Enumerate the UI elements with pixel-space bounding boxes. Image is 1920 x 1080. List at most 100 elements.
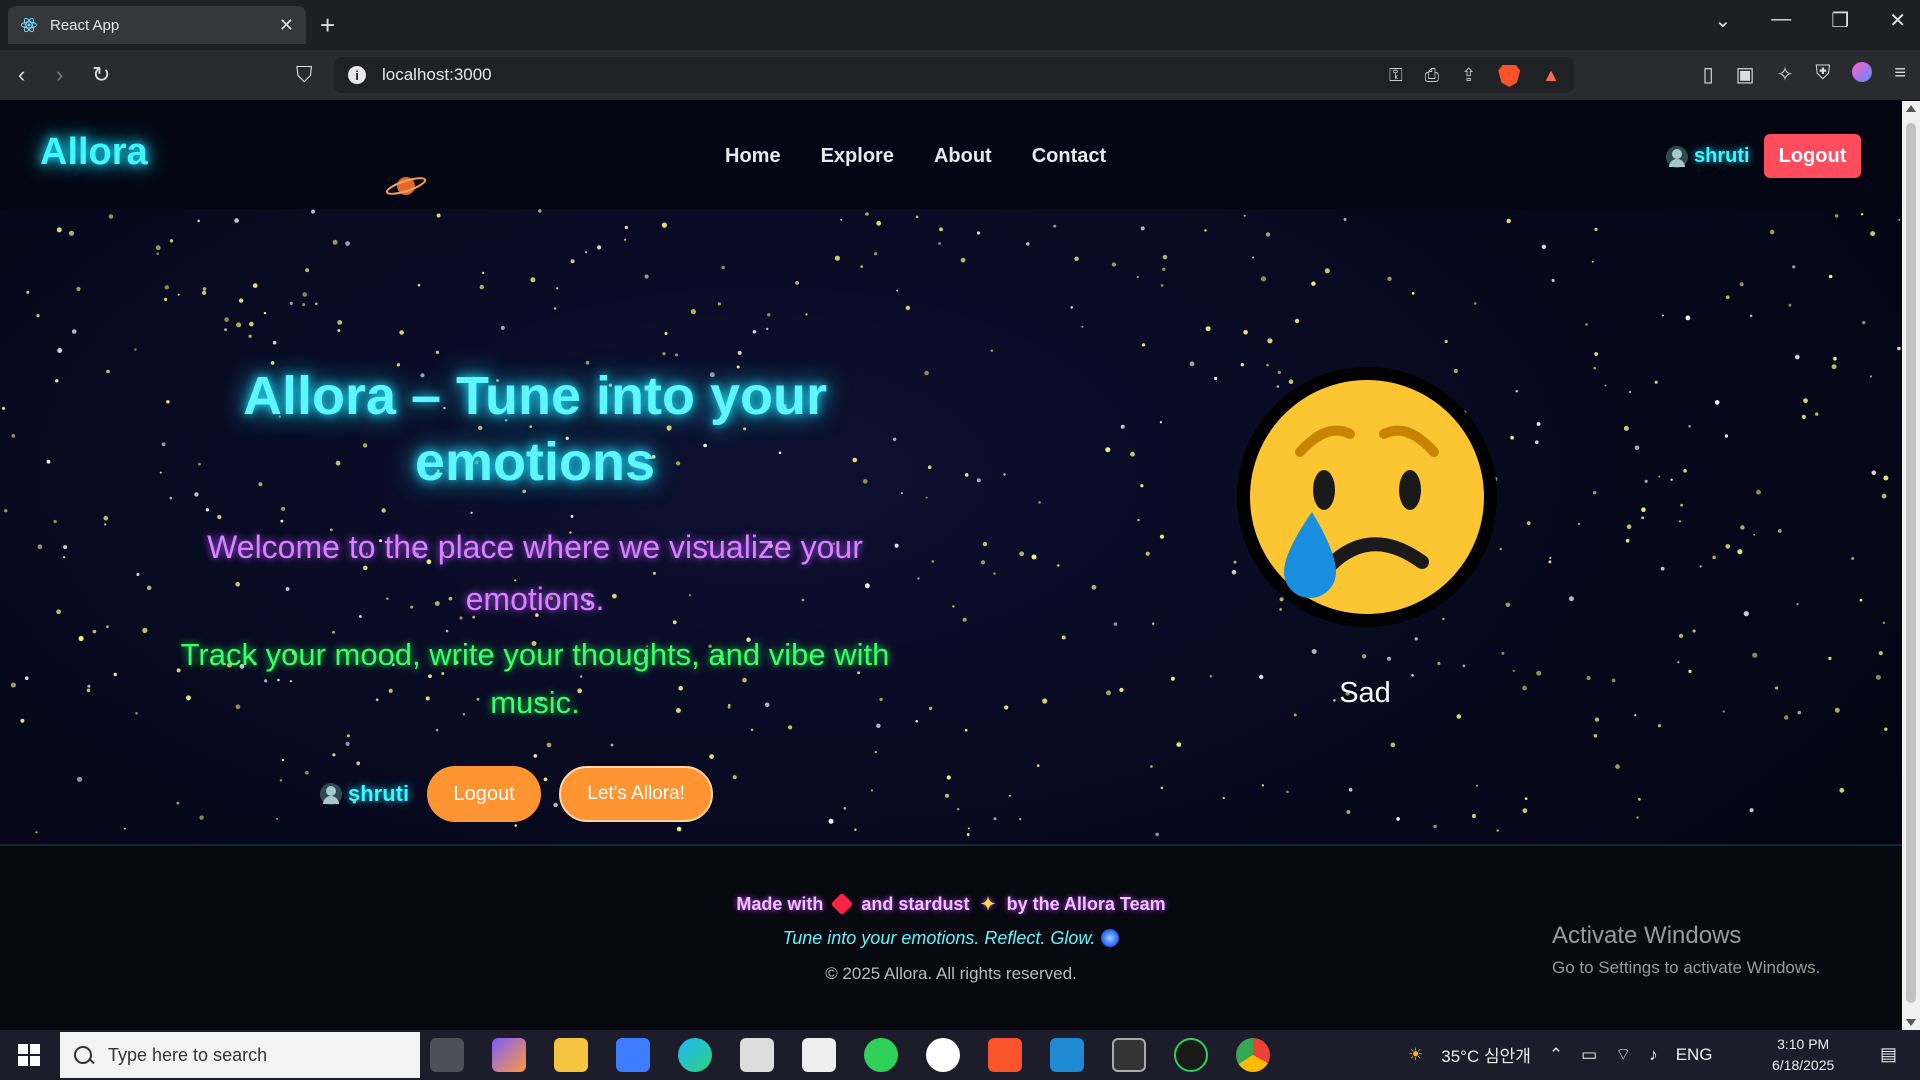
reload-icon[interactable]: ↻ [92, 62, 110, 88]
menu-icon[interactable]: ≡ [1894, 62, 1906, 87]
star [976, 478, 981, 483]
star [1835, 214, 1839, 218]
star [1869, 375, 1872, 378]
system-tray: ☀ 35°C 심안개 ⌃ ▭ ⌔ ♪ ENG [1408, 1042, 1713, 1067]
minimize-icon[interactable]: — [1771, 8, 1791, 33]
new-tab-icon[interactable]: + [320, 10, 335, 41]
star [1346, 810, 1351, 814]
nav-link-explore[interactable]: Explore [821, 145, 894, 168]
nav-link-about[interactable]: About [934, 145, 992, 168]
bookmark-icon[interactable]: ⛉ [296, 62, 313, 88]
star [962, 617, 967, 622]
terminal-icon[interactable] [1112, 1038, 1146, 1072]
notifications-icon[interactable]: ▤ [1880, 1044, 1897, 1065]
taskbar-search[interactable]: Type here to search [60, 1032, 420, 1078]
language-indicator[interactable]: ENG [1676, 1045, 1713, 1065]
hero-logout-button[interactable]: Logout [427, 766, 542, 822]
copilot-icon[interactable] [492, 1038, 526, 1072]
volume-icon[interactable]: ♪ [1649, 1045, 1658, 1065]
url-text: localhost:3000 [382, 65, 492, 84]
star [134, 348, 137, 351]
sidebar-icon[interactable]: ▯ [1703, 62, 1714, 87]
brave-rewards-icon[interactable]: ▲ [1542, 65, 1560, 87]
star [346, 734, 350, 738]
star [554, 307, 557, 310]
back-icon[interactable]: ‹ [18, 62, 25, 88]
nav-logout-button[interactable]: Logout [1764, 134, 1861, 178]
forward-icon[interactable]: › [56, 62, 63, 88]
star [1549, 556, 1552, 559]
file-explorer-icon[interactable] [554, 1038, 588, 1072]
scrollbar-thumb[interactable] [1906, 123, 1916, 1003]
star [1462, 664, 1466, 668]
scroll-up-icon[interactable] [1906, 105, 1916, 112]
star [435, 350, 440, 354]
star [169, 496, 173, 500]
tray-chevron-icon[interactable]: ⌃ [1549, 1045, 1563, 1065]
windows-start-icon[interactable] [18, 1044, 40, 1066]
restore-icon[interactable]: ❐ [1831, 8, 1849, 33]
chrome-icon[interactable] [1236, 1038, 1270, 1072]
brand-logo[interactable]: Allora [40, 131, 148, 174]
tab-search-chevron-icon[interactable]: ⌄ [1715, 8, 1732, 33]
star [1243, 330, 1248, 335]
task-view-icon[interactable] [430, 1038, 464, 1072]
mail-icon[interactable] [740, 1038, 774, 1072]
star [1714, 400, 1720, 405]
star [435, 728, 439, 732]
star [135, 712, 138, 715]
star [1159, 534, 1165, 539]
battery-icon[interactable]: ▭ [1581, 1045, 1597, 1065]
star [11, 434, 16, 438]
star [1644, 479, 1648, 483]
tab-close-icon[interactable]: ✕ [279, 15, 294, 36]
leo-ai-icon[interactable]: ✧ [1777, 62, 1794, 87]
browser-tab[interactable]: React App ✕ [8, 6, 306, 44]
nav-link-contact[interactable]: Contact [1032, 145, 1106, 168]
star [990, 349, 993, 352]
clock-time: 3:10 PM [1777, 1036, 1830, 1052]
video-editor-icon[interactable] [802, 1038, 836, 1072]
edge-icon[interactable] [678, 1038, 712, 1072]
star [26, 290, 30, 294]
close-window-icon[interactable]: ✕ [1889, 8, 1906, 33]
network-icon[interactable]: ⌔ [1615, 1044, 1631, 1065]
star [1036, 764, 1040, 768]
key-icon[interactable]: ⚿ [1389, 65, 1403, 87]
star [1259, 674, 1264, 680]
star [1145, 551, 1150, 556]
nav-link-home[interactable]: Home [725, 145, 781, 168]
brave-browser-icon[interactable] [988, 1038, 1022, 1072]
lets-allora-button[interactable]: Let's Allora! [559, 766, 714, 822]
nav-user: shruti [1666, 145, 1750, 168]
star [1070, 306, 1073, 309]
vscode-icon[interactable] [1050, 1038, 1084, 1072]
taskbar-clock[interactable]: 3:10 PM 6/18/2025 [1772, 1034, 1834, 1076]
star [123, 827, 126, 830]
weather-icon[interactable]: ☀ [1408, 1045, 1423, 1065]
star [1752, 652, 1758, 658]
profile-icon[interactable] [1852, 62, 1873, 82]
mongodb-icon[interactable] [1174, 1038, 1208, 1072]
star [750, 728, 754, 732]
weather-text[interactable]: 35°C 심안개 [1441, 1042, 1531, 1067]
star [113, 672, 117, 677]
star [661, 222, 668, 228]
brave-shields-icon[interactable] [1498, 65, 1521, 87]
page-scrollbar[interactable] [1902, 101, 1920, 1030]
sparkle-icon: ✦ [980, 894, 996, 914]
star [1501, 652, 1505, 655]
star [1105, 447, 1111, 453]
install-app-icon[interactable]: ⎙ [1425, 65, 1439, 87]
star [939, 227, 943, 232]
star [664, 332, 668, 335]
address-bar[interactable]: i localhost:3000 ⚿ ⎙ ⇪ ▲ [334, 57, 1574, 93]
vpn-shield-icon[interactable]: ⛨ [1815, 62, 1830, 87]
microsoft-store-icon[interactable] [616, 1038, 650, 1072]
wallet-icon[interactable]: ▣ [1736, 62, 1755, 87]
scroll-down-icon[interactable] [1906, 1019, 1916, 1026]
github-icon[interactable] [926, 1038, 960, 1072]
site-info-icon[interactable]: i [348, 66, 366, 84]
share-icon[interactable]: ⇪ [1461, 65, 1476, 87]
whatsapp-icon[interactable] [864, 1038, 898, 1072]
